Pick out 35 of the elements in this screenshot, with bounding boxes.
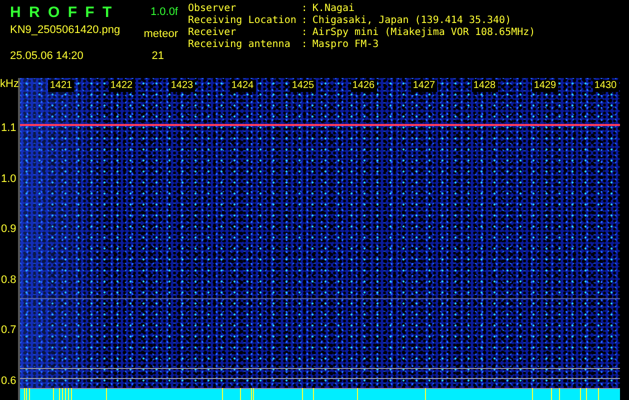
info-value: K.Nagai	[312, 3, 356, 15]
frequency-label: 0.9	[1, 223, 16, 235]
info-label: Receiving antenna	[188, 39, 292, 51]
timestamp: 25.05.06 14:20	[10, 50, 84, 62]
axis-unit: kHz	[0, 78, 19, 90]
info-label: Observer	[188, 3, 238, 15]
info-label: Receiver	[188, 27, 238, 39]
info-value: Chigasaki, Japan (139.414 35.340)	[312, 15, 512, 27]
time-label: 1424	[230, 80, 256, 92]
file-name: KN9_2505061420.png	[10, 24, 120, 38]
app-title: H R O F F T	[10, 4, 114, 20]
frequency-label: 1.0	[1, 172, 16, 184]
info-separator: :	[301, 15, 308, 27]
time-label: 1421	[48, 80, 74, 92]
time-label: 1427	[411, 80, 437, 92]
time-label: 1428	[472, 80, 498, 92]
time-label: 1423	[169, 80, 195, 92]
info-separator: :	[301, 27, 308, 39]
frequency-label: 0.8	[1, 274, 16, 286]
info-value: Maspro FM-3	[312, 39, 380, 51]
info-separator: :	[301, 39, 308, 51]
version-label: 1.0.0f	[150, 6, 178, 18]
time-label: 1426	[350, 80, 376, 92]
info-separator: :	[301, 3, 308, 15]
frequency-label: 1.1	[1, 122, 16, 134]
time-label: 1422	[108, 80, 134, 92]
info-label: Receiving Location	[188, 15, 296, 27]
frequency-label: 0.6	[1, 374, 16, 386]
meteor-count: 21	[152, 50, 165, 62]
time-label: 1430	[592, 80, 618, 92]
info-value: AirSpy mini (Miakejima VOR 108.65MHz)	[312, 27, 536, 39]
count-label: meteor	[144, 28, 178, 40]
time-label: 1429	[532, 80, 558, 92]
time-label: 1425	[290, 80, 316, 92]
frequency-label: 0.7	[1, 324, 16, 336]
